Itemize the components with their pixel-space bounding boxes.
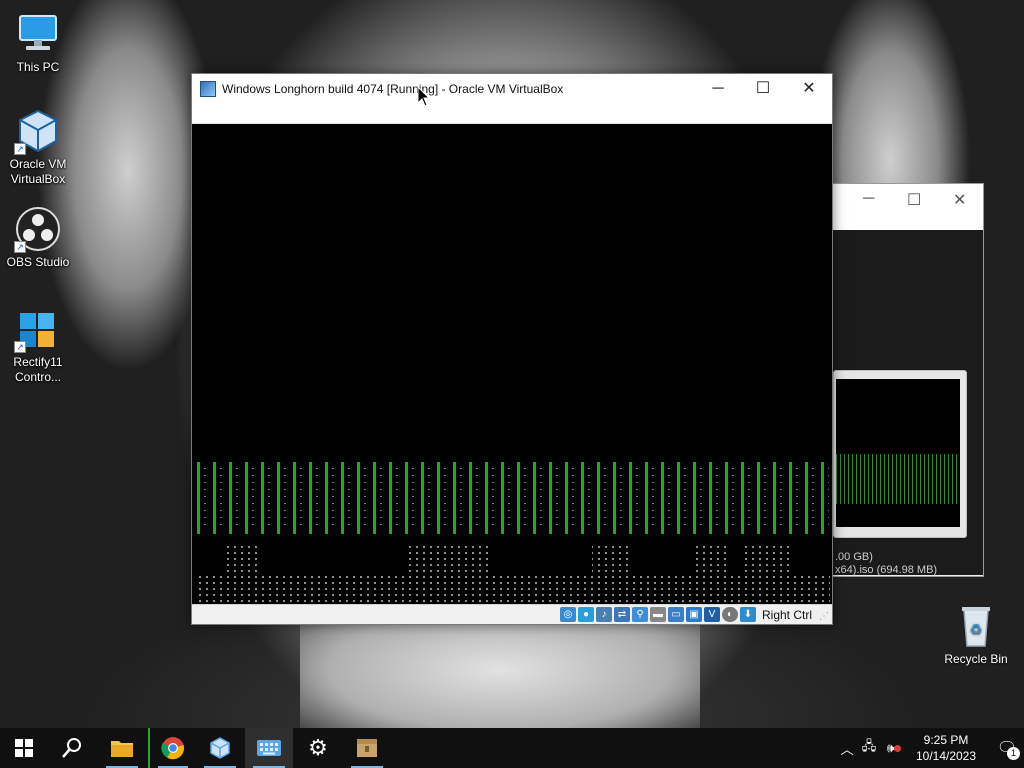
host-key-arrow-icon: ⬇ [739, 607, 756, 622]
virtualbox-icon: ↗ [14, 107, 62, 155]
storage-info-line: .00 GB) [835, 551, 873, 563]
recycle-bin-icon: ♻ [952, 602, 1000, 650]
package-icon [357, 739, 377, 757]
close-button[interactable]: ✕ [786, 74, 832, 104]
chrome-icon [161, 737, 185, 760]
shortcut-arrow-icon: ↗ [14, 341, 26, 353]
optical-drive-icon[interactable]: ● [577, 607, 594, 622]
desktop-icon-this-pc[interactable]: This PC [0, 10, 76, 75]
bg-close-button[interactable]: ✕ [953, 190, 966, 210]
vm-preview-screen [836, 379, 960, 527]
desktop-icon-label: Recycle Bin [944, 652, 1008, 666]
notification-center-button[interactable]: 🗨 1 [990, 738, 1024, 760]
mouse-cursor-icon [417, 86, 431, 107]
search-icon [62, 738, 81, 758]
chevron-up-icon[interactable]: ︿ [836, 739, 858, 758]
clock[interactable]: 9:25 PM 10/14/2023 [908, 732, 984, 764]
search-button[interactable] [48, 728, 96, 768]
display-icon[interactable]: ▭ [667, 607, 684, 622]
obs-icon: ↗ [14, 205, 62, 253]
desktop-icon-label: Oracle VM VirtualBox [9, 157, 67, 186]
desktop-icon-recycle-bin[interactable]: ♻ Recycle Bin [938, 602, 1014, 666]
taskbar-settings[interactable]: ⚙ [294, 728, 342, 768]
shortcut-arrow-icon: ↗ [14, 241, 26, 253]
keyboard-icon [257, 740, 281, 756]
desktop-icon-label: This PC [16, 60, 60, 74]
bg-minimize-button[interactable]: ─ [863, 190, 874, 208]
desktop-icon-obs[interactable]: ↗ OBS Studio [0, 205, 76, 270]
desktop-icon-label: Rectify11 Contro... [13, 355, 63, 384]
control-panel-icon: ↗ [14, 305, 62, 353]
desktop-icon-rectify11[interactable]: ↗ Rectify11 Contro... [0, 305, 76, 385]
taskbar-virtualbox[interactable] [196, 728, 244, 768]
usb-icon[interactable]: ⚲ [631, 607, 648, 622]
audio-icon[interactable]: ♪ [595, 607, 612, 622]
notification-badge: 1 [1007, 747, 1020, 760]
virtualbox-icon [200, 81, 216, 97]
boot-screen-gap [192, 534, 832, 574]
svg-text:♻: ♻ [970, 622, 983, 638]
network-icon[interactable]: ⇄ [613, 607, 630, 622]
vm-preview-bars [836, 454, 960, 504]
vm-menubar-strip [192, 106, 832, 124]
boot-screen-bars [197, 462, 829, 534]
vm-preview-thumbnail [833, 370, 967, 538]
vm-window[interactable]: Windows Longhorn build 4074 [Running] - … [191, 73, 833, 625]
minimize-button[interactable]: ─ [695, 74, 741, 104]
resize-grip-icon[interactable]: ⋰ [819, 611, 829, 622]
bg-window-details-pane: .00 GB) x64).iso (694.98 MB) [833, 230, 983, 576]
taskbar-file-explorer[interactable] [98, 728, 146, 768]
vm-statusbar: ◎ ● ♪ ⇄ ⚲ ▬ ▭ ▣ V ◐ ⬇ Right Ctrl ⋰ [192, 604, 832, 624]
start-button[interactable] [0, 728, 48, 768]
taskbar: ⚙ ︿ 🖧 🕪 9:25 PM 10/14/2023 🗨 1 [0, 728, 1024, 768]
shortcut-arrow-icon: ↗ [14, 143, 26, 155]
virtualbox-manager-window[interactable]: ─ ☐ ✕ .00 GB) x64).iso (694.98 MB) [832, 183, 984, 577]
system-tray: ︿ 🖧 🕪 9:25 PM 10/14/2023 🗨 1 [836, 728, 1024, 768]
taskbar-package-app[interactable] [343, 728, 391, 768]
vm-titlebar[interactable]: Windows Longhorn build 4074 [Running] - … [192, 74, 832, 106]
clock-date: 10/14/2023 [915, 749, 977, 763]
gear-icon: ⚙ [308, 735, 328, 761]
bg-maximize-button[interactable]: ☐ [907, 190, 921, 210]
hard-disk-icon[interactable]: ◎ [559, 607, 576, 622]
volume-muted-icon[interactable]: 🕪 [880, 740, 902, 756]
desktop-icon-label: OBS Studio [6, 255, 70, 269]
computer-icon [14, 10, 62, 58]
desktop-icon-virtualbox[interactable]: ↗ Oracle VM VirtualBox [0, 107, 76, 187]
recording-icon[interactable]: ▣ [685, 607, 702, 622]
host-key-label: Right Ctrl [761, 607, 812, 622]
vm-display[interactable] [192, 124, 832, 604]
taskbar-on-screen-keyboard[interactable] [245, 728, 293, 768]
iso-info-line: x64).iso (694.98 MB) [835, 564, 938, 576]
window-title: Windows Longhorn build 4074 [Running] - … [222, 82, 564, 96]
maximize-button[interactable]: ☐ [740, 74, 786, 104]
windows-logo-icon [15, 739, 33, 757]
bg-window-titlebar[interactable]: ─ ☐ ✕ [833, 184, 983, 230]
folder-icon [111, 741, 133, 757]
virtualbox-icon [210, 737, 230, 759]
mouse-integration-icon[interactable]: ◐ [721, 607, 738, 622]
network-icon[interactable]: 🖧 [858, 737, 880, 759]
taskbar-chrome[interactable] [148, 728, 196, 768]
shared-folders-icon[interactable]: ▬ [649, 607, 666, 622]
virtualization-icon[interactable]: V [703, 607, 720, 622]
clock-time: 9:25 PM [923, 733, 969, 747]
